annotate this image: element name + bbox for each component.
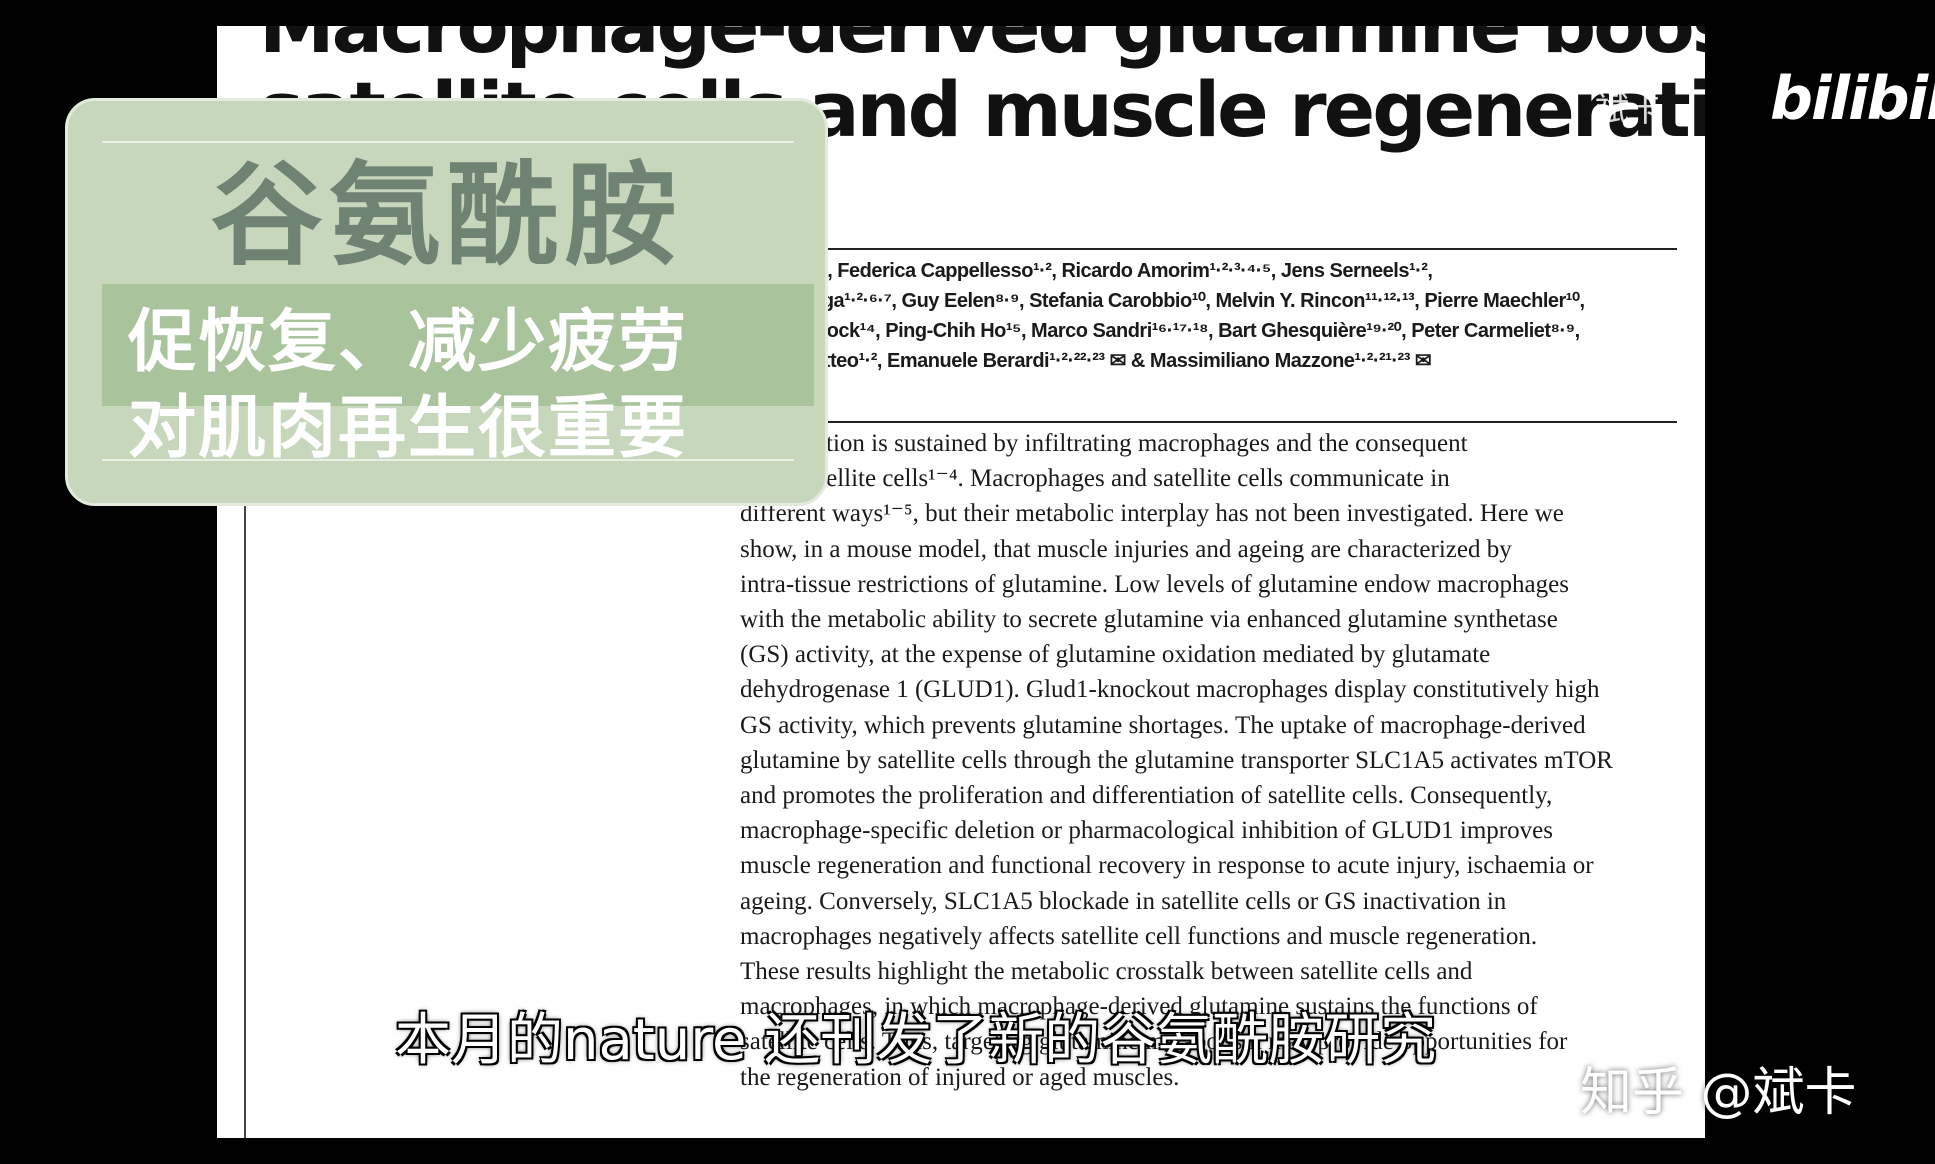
paper-margin-line bbox=[244, 496, 246, 1138]
abstract-line: on of satellite cells¹⁻⁴. Macrophages an… bbox=[740, 465, 1450, 493]
badge-top-line bbox=[102, 141, 794, 143]
topic-badge: 谷氨酰胺 促恢复、减少疲劳 对肌肉再生很重要 bbox=[65, 98, 828, 506]
abstract-line: macrophage-specific deletion or pharmaco… bbox=[740, 817, 1553, 845]
author-line: g¹·², Federica Cappellesso¹·², Ricardo A… bbox=[797, 260, 1433, 282]
badge-title: 谷氨酰胺 bbox=[210, 151, 683, 281]
author-line: Virga¹·²·⁶·⁷, Guy Eelen⁸·⁹, Stefania Car… bbox=[797, 290, 1585, 312]
abstract-line: ageing. Conversely, SLC1A5 blockade in s… bbox=[740, 887, 1507, 915]
badge-subtitle-1: 促恢复、减少疲劳 bbox=[128, 303, 689, 382]
badge-bottom-line bbox=[102, 459, 794, 461]
author-line: e Bock¹⁴, Ping-Chih Ho¹⁵, Marco Sandri¹⁶… bbox=[797, 320, 1580, 342]
abstract-line: regeneration is sustained by infiltratin… bbox=[740, 430, 1468, 457]
abstract-line: (GS) activity, at the expense of glutami… bbox=[740, 641, 1491, 669]
paper-title-line-1: Macrophage-derived glutamine boosts bbox=[259, 26, 1705, 66]
author-list: g¹·², Federica Cappellesso¹·², Ricardo A… bbox=[797, 256, 1697, 376]
abstract-line: with the metabolic ability to secrete gl… bbox=[740, 606, 1558, 634]
bilibili-logo: bilibili bbox=[1770, 64, 1935, 134]
abstract-line: muscle regeneration and functional recov… bbox=[740, 852, 1594, 880]
author-line: Matteo¹·², Emanuele Berardi¹·²·²²·²³ ✉ &… bbox=[797, 350, 1432, 372]
author-bottom-rule bbox=[737, 421, 1677, 423]
abstract-line: show, in a mouse model, that muscle inju… bbox=[740, 535, 1512, 563]
badge-subtitle-2: 对肌肉再生很重要 bbox=[128, 389, 689, 468]
abstract-line: and promotes the proliferation and diffe… bbox=[740, 782, 1553, 810]
abstract-line: intra-tissue restrictions of glutamine. … bbox=[740, 570, 1569, 598]
abstract-line: dehydrogenase 1 (GLUD1). Glud1-knockout … bbox=[740, 676, 1600, 704]
author-top-rule bbox=[737, 248, 1677, 250]
abstract-line: GS activity, which prevents glutamine sh… bbox=[740, 711, 1586, 739]
abstract-line: different ways¹⁻⁵, but their metabolic i… bbox=[740, 500, 1564, 528]
zhihu-watermark: 知乎 @斌卡 bbox=[1580, 1063, 1857, 1123]
abstract-line: macrophages negatively affects satellite… bbox=[740, 922, 1538, 950]
video-caption: 本月的nature 还刊发了新的谷氨酰胺研究 bbox=[395, 1008, 1437, 1073]
abstract-line: glutamine by satellite cells through the… bbox=[740, 746, 1613, 774]
logo-username: 斌卡 bbox=[1595, 90, 1663, 130]
abstract-line: These results highlight the metabolic cr… bbox=[740, 958, 1473, 986]
